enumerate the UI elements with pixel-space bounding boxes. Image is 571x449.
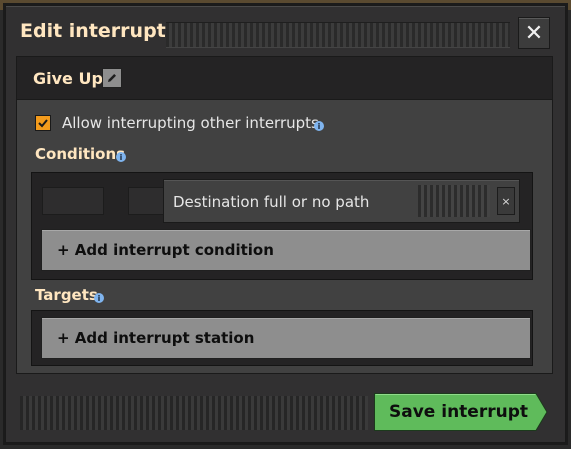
add-condition-button[interactable]: + Add interrupt condition	[41, 229, 531, 271]
close-icon: ✕	[524, 20, 544, 46]
check-icon	[38, 119, 48, 128]
info-icon[interactable]: i	[314, 121, 324, 131]
add-station-label: + Add interrupt station	[57, 329, 255, 347]
drag-handle[interactable]	[166, 22, 510, 48]
targets-title: Targets	[35, 286, 98, 304]
remove-condition-button[interactable]: ×	[497, 187, 515, 215]
footer-drag-area	[20, 396, 368, 430]
targets-list: + Add interrupt station	[31, 310, 533, 366]
edit-interrupt-dialog: Edit interrupt ✕ Give Up Allow interrupt…	[5, 5, 566, 443]
interrupt-panel: Give Up Allow interrupting other interru…	[16, 56, 553, 374]
info-icon[interactable]: i	[94, 293, 104, 303]
close-icon: ×	[501, 194, 511, 208]
interrupt-name: Give Up	[33, 69, 103, 88]
allow-interrupting-checkbox[interactable]	[35, 115, 51, 131]
allow-interrupting-label: Allow interrupting other interrupts	[62, 114, 319, 132]
condition-slot[interactable]	[128, 187, 168, 215]
conditions-title: Conditions	[35, 145, 126, 163]
condition-drag-handle[interactable]	[418, 185, 490, 217]
info-icon[interactable]: i	[116, 152, 126, 162]
save-interrupt-label: Save interrupt	[389, 402, 528, 422]
pencil-icon	[108, 74, 116, 82]
close-button[interactable]: ✕	[518, 17, 550, 49]
save-interrupt-button[interactable]: Save interrupt	[374, 393, 548, 431]
titlebar: Edit interrupt ✕	[6, 6, 565, 56]
interrupt-name-header: Give Up	[17, 57, 552, 100]
conditions-list: Destination full or no path × + Add inte…	[31, 172, 533, 280]
rename-button[interactable]	[102, 68, 122, 88]
add-condition-label: + Add interrupt condition	[57, 241, 274, 259]
add-station-button[interactable]: + Add interrupt station	[41, 317, 531, 359]
dialog-title: Edit interrupt	[20, 20, 166, 42]
condition-row[interactable]: Destination full or no path ×	[163, 179, 520, 223]
condition-label: Destination full or no path	[173, 193, 370, 211]
condition-slot[interactable]	[42, 187, 104, 215]
